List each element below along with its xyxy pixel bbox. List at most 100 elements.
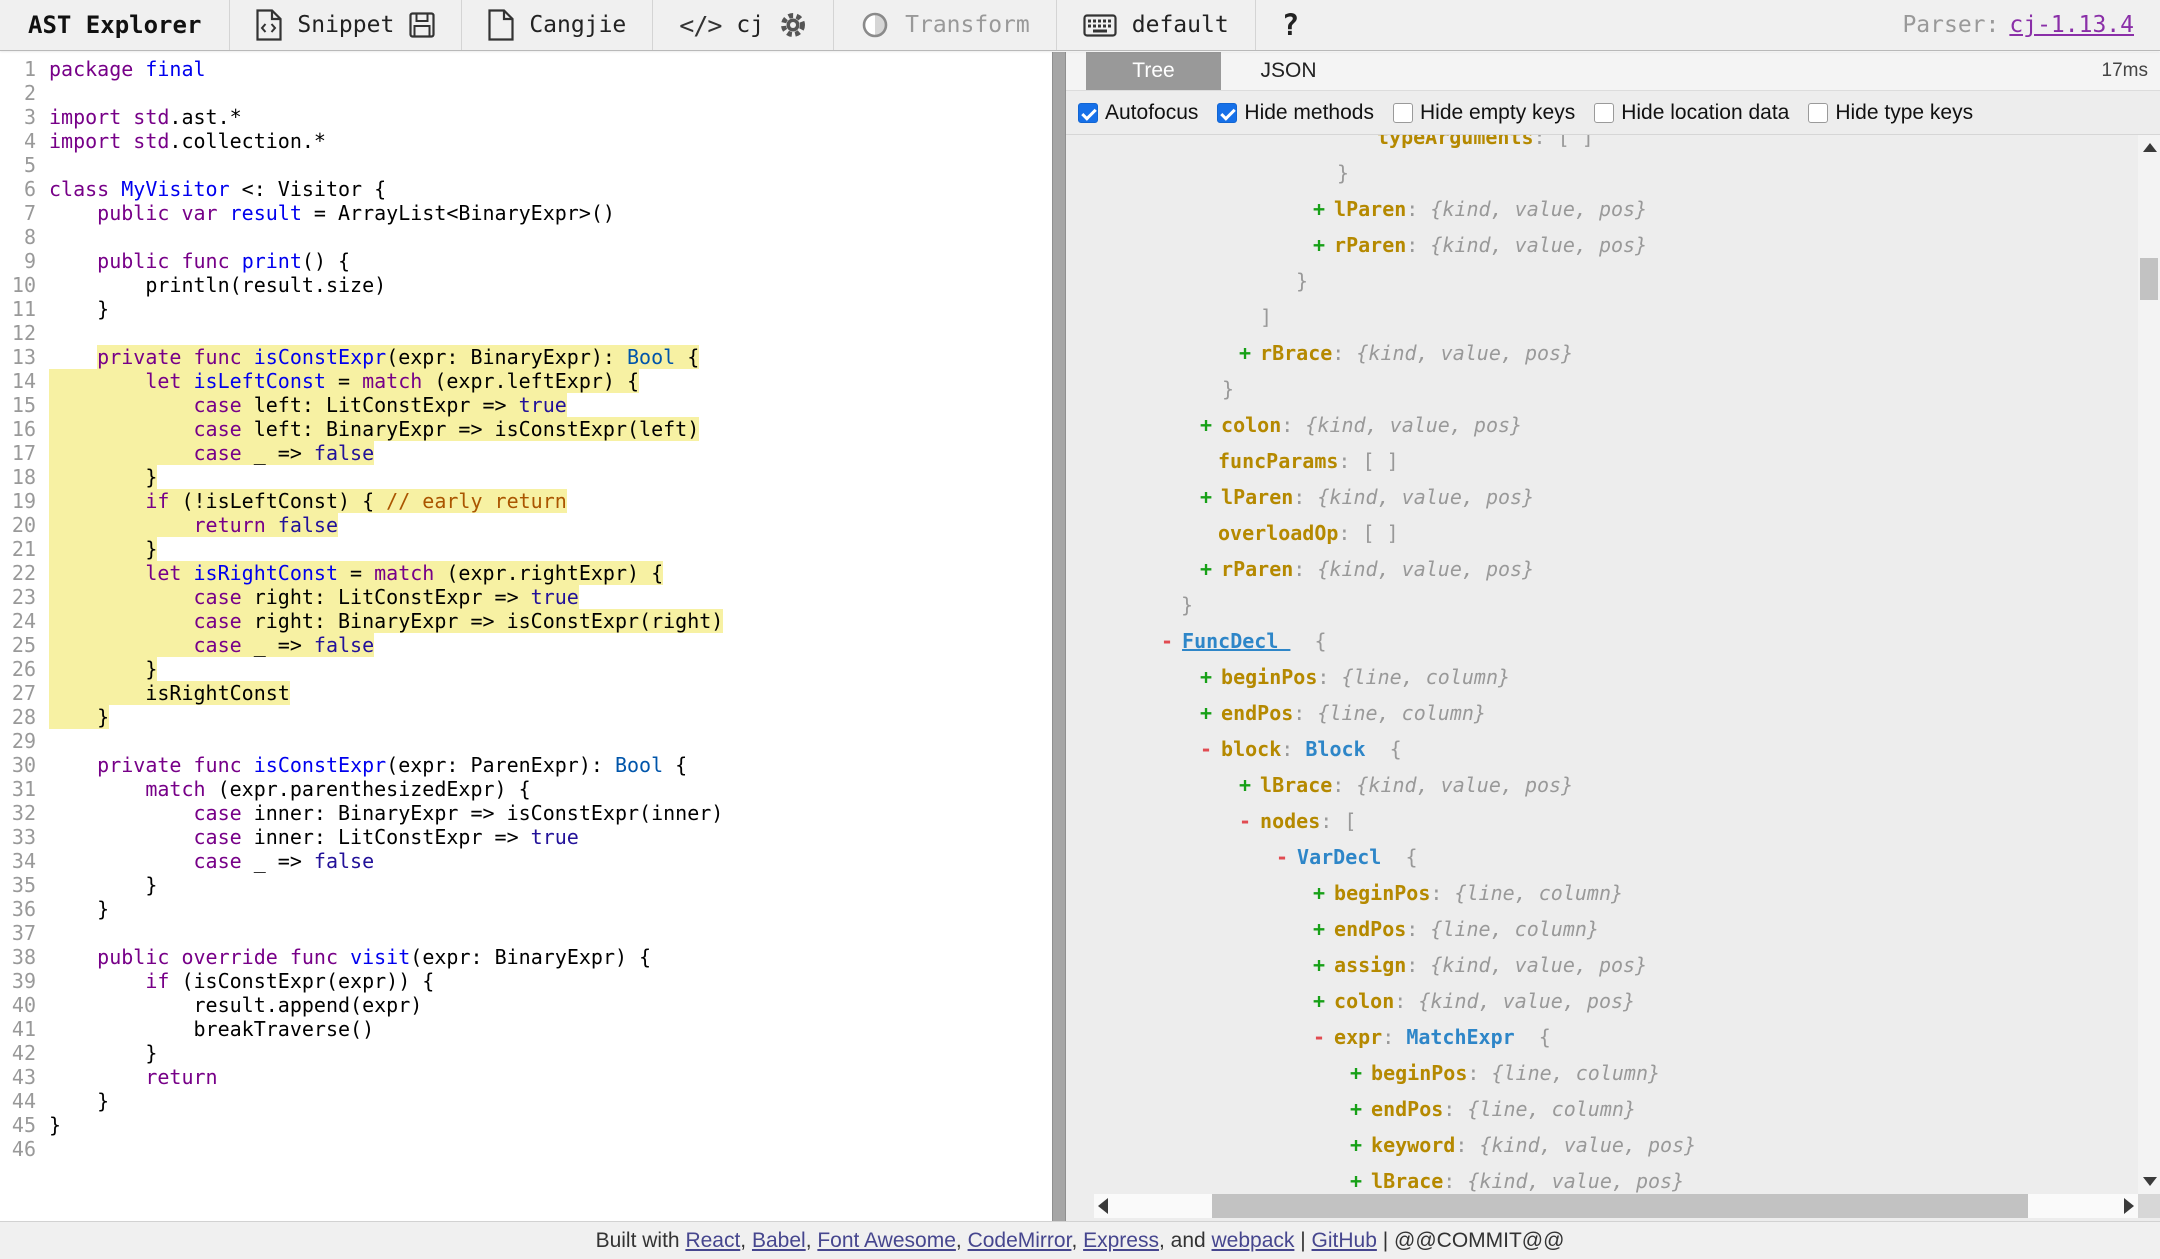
checkbox-unchecked-icon[interactable]: [1393, 103, 1413, 123]
code-line[interactable]: }: [45, 897, 1052, 921]
scroll-down-arrow[interactable]: [2143, 1177, 2157, 1186]
code-line[interactable]: case left: LitConstExpr => true: [45, 393, 1052, 417]
code-line[interactable]: }: [45, 537, 1052, 561]
code-line[interactable]: class MyVisitor <: Visitor {: [45, 177, 1052, 201]
collapse-icon[interactable]: -: [1239, 809, 1251, 833]
tree-row-beginPos[interactable]: +beginPos: {line, column}: [1066, 875, 2138, 911]
code-line[interactable]: [45, 321, 1052, 345]
code-line[interactable]: [45, 729, 1052, 753]
tree-row-beginPos[interactable]: +beginPos: {line, column}: [1066, 1055, 2138, 1091]
code-line[interactable]: package final: [45, 57, 1052, 81]
checkbox-checked-icon[interactable]: [1217, 103, 1237, 123]
code-line[interactable]: case right: LitConstExpr => true: [45, 585, 1052, 609]
expand-icon[interactable]: +: [1313, 197, 1325, 221]
code-line[interactable]: }: [45, 1113, 1052, 1137]
expand-icon[interactable]: +: [1239, 773, 1251, 797]
snippet-button[interactable]: Snippet: [297, 12, 394, 38]
code-line[interactable]: case right: BinaryExpr => isConstExpr(ri…: [45, 609, 1052, 633]
gear-icon[interactable]: [779, 11, 807, 39]
option-hide-type-keys[interactable]: Hide type keys: [1808, 101, 1973, 125]
tree-row-VarDecl[interactable]: -VarDecl {: [1066, 839, 2138, 875]
checkbox-checked-icon[interactable]: [1078, 103, 1098, 123]
code-line[interactable]: let isRightConst = match (expr.rightExpr…: [45, 561, 1052, 585]
tree-row-beginPos[interactable]: +beginPos: {line, column}: [1066, 659, 2138, 695]
vertical-scrollbar[interactable]: [2138, 135, 2160, 1194]
tree-row-rParen[interactable]: +rParen: {kind, value, pos}: [1066, 227, 2138, 263]
expand-icon[interactable]: +: [1313, 881, 1325, 905]
transform-button[interactable]: Transform: [905, 12, 1030, 38]
parser-short-button[interactable]: cj: [736, 12, 764, 38]
expand-icon[interactable]: +: [1350, 1097, 1362, 1121]
tree-row-lParen[interactable]: +lParen: {kind, value, pos}: [1066, 191, 2138, 227]
code-line[interactable]: return: [45, 1065, 1052, 1089]
code-line[interactable]: private func isConstExpr(expr: ParenExpr…: [45, 753, 1052, 777]
tree-row-nodes[interactable]: -nodes: [: [1066, 803, 2138, 839]
tree-row-assign[interactable]: +assign: {kind, value, pos}: [1066, 947, 2138, 983]
tree-row-colon[interactable]: +colon: {kind, value, pos}: [1066, 983, 2138, 1019]
code-line[interactable]: case _ => false: [45, 849, 1052, 873]
expand-icon[interactable]: +: [1200, 413, 1212, 437]
footer-link-github[interactable]: GitHub: [1312, 1229, 1377, 1252]
code-line[interactable]: if (isConstExpr(expr)) {: [45, 969, 1052, 993]
expand-icon[interactable]: +: [1350, 1061, 1362, 1085]
code-line[interactable]: let isLeftConst = match (expr.leftExpr) …: [45, 369, 1052, 393]
option-hide-empty-keys[interactable]: Hide empty keys: [1393, 101, 1575, 125]
code-editor[interactable]: 1234567891011121314151617181920212223242…: [0, 52, 1052, 1222]
tab-json[interactable]: JSON: [1221, 52, 1356, 90]
code-line[interactable]: case _ => false: [45, 441, 1052, 465]
tab-tree[interactable]: Tree: [1086, 52, 1221, 90]
option-hide-location-data[interactable]: Hide location data: [1594, 101, 1789, 125]
tree-row-block[interactable]: -block: Block {: [1066, 731, 2138, 767]
collapse-icon[interactable]: -: [1161, 629, 1173, 653]
horizontal-scrollbar[interactable]: [1094, 1194, 2138, 1218]
parser-version-link[interactable]: cj-1.13.4: [2009, 12, 2134, 38]
expand-icon[interactable]: +: [1313, 953, 1325, 977]
option-autofocus[interactable]: Autofocus: [1078, 101, 1198, 125]
code-line[interactable]: }: [45, 297, 1052, 321]
language-button[interactable]: Cangjie: [529, 12, 626, 38]
tree-row-typeArguments[interactable]: typeArguments: [ ]: [1066, 135, 2138, 155]
collapse-icon[interactable]: -: [1313, 1025, 1325, 1049]
code-line[interactable]: result.append(expr): [45, 993, 1052, 1017]
code-line[interactable]: }: [45, 705, 1052, 729]
code-line[interactable]: isRightConst: [45, 681, 1052, 705]
code-line[interactable]: }: [45, 657, 1052, 681]
code-line[interactable]: case inner: BinaryExpr => isConstExpr(in…: [45, 801, 1052, 825]
expand-icon[interactable]: +: [1200, 485, 1212, 509]
help-button[interactable]: ?: [1282, 8, 1299, 42]
expand-icon[interactable]: +: [1239, 341, 1251, 365]
code-line[interactable]: breakTraverse(): [45, 1017, 1052, 1041]
tree-row-funcParams[interactable]: funcParams: [ ]: [1066, 443, 2138, 479]
code-line[interactable]: [45, 921, 1052, 945]
scroll-right-arrow[interactable]: [2124, 1198, 2134, 1214]
code-line[interactable]: [45, 1137, 1052, 1161]
code-line[interactable]: import std.collection.*: [45, 129, 1052, 153]
code-line[interactable]: public override func visit(expr: BinaryE…: [45, 945, 1052, 969]
expand-icon[interactable]: +: [1313, 917, 1325, 941]
tree-row-lParen[interactable]: +lParen: {kind, value, pos}: [1066, 479, 2138, 515]
code-line[interactable]: [45, 81, 1052, 105]
tree-row-rParen[interactable]: +rParen: {kind, value, pos}: [1066, 551, 2138, 587]
code-line[interactable]: }: [45, 465, 1052, 489]
code-line[interactable]: case _ => false: [45, 633, 1052, 657]
code-line[interactable]: public var result = ArrayList<BinaryExpr…: [45, 201, 1052, 225]
code-line[interactable]: return false: [45, 513, 1052, 537]
expand-icon[interactable]: +: [1200, 557, 1212, 581]
code-line[interactable]: [45, 225, 1052, 249]
collapse-icon[interactable]: -: [1200, 737, 1212, 761]
tree-row-endPos[interactable]: +endPos: {line, column}: [1066, 911, 2138, 947]
transform-toggle-icon[interactable]: [860, 10, 890, 40]
footer-link-babel[interactable]: Babel: [752, 1229, 806, 1252]
scroll-left-arrow[interactable]: [1098, 1198, 1108, 1214]
code-line[interactable]: case inner: LitConstExpr => true: [45, 825, 1052, 849]
horizontal-scroll-thumb[interactable]: [1212, 1194, 2028, 1218]
checkbox-unchecked-icon[interactable]: [1594, 103, 1614, 123]
tree-row-endPos[interactable]: +endPos: {line, column}: [1066, 1091, 2138, 1127]
expand-icon[interactable]: +: [1313, 989, 1325, 1013]
footer-link-codemirror[interactable]: CodeMirror: [968, 1229, 1072, 1252]
code-line[interactable]: private func isConstExpr(expr: BinaryExp…: [45, 345, 1052, 369]
checkbox-unchecked-icon[interactable]: [1808, 103, 1828, 123]
keymap-button[interactable]: default: [1132, 12, 1229, 38]
footer-link-font-awesome[interactable]: Font Awesome: [817, 1229, 956, 1252]
expand-icon[interactable]: +: [1350, 1133, 1362, 1157]
